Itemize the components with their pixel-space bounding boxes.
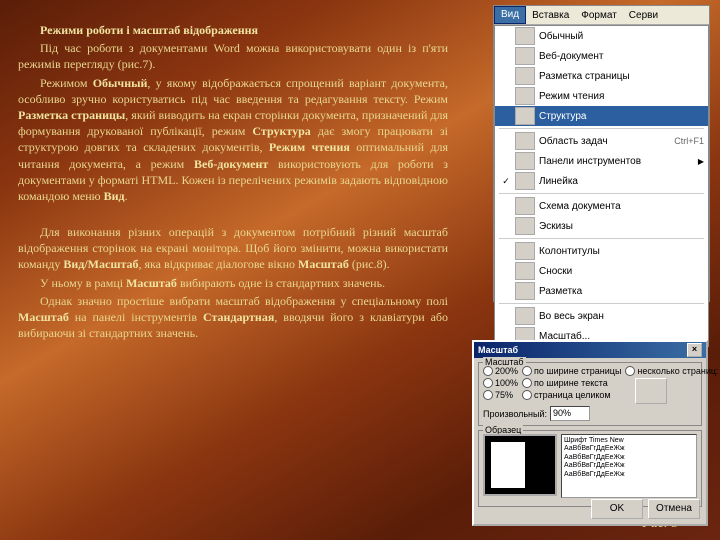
menu-item[interactable]: Во весь экран xyxy=(495,306,708,326)
radio-multi-pages[interactable]: несколько страниц: xyxy=(625,366,718,376)
zoom-radio[interactable]: страница целиком xyxy=(522,390,621,400)
menu-item-icon xyxy=(515,242,535,260)
menu-item-icon xyxy=(515,27,535,45)
menu-item[interactable]: Колонтитулы xyxy=(495,241,708,261)
paragraph-3: Для виконання різних операцій з документ… xyxy=(18,224,448,273)
ok-button[interactable]: OK xyxy=(591,499,643,519)
paragraph-4: У ньому в рамці Масштаб вибирають одне і… xyxy=(18,275,448,291)
monitor-preview xyxy=(483,434,557,496)
menu-item-icon xyxy=(515,152,535,170)
menu-item[interactable]: ✓Линейка xyxy=(495,171,708,191)
menu-item[interactable]: Разметка xyxy=(495,281,708,301)
menu-item[interactable]: Разметка страницы xyxy=(495,66,708,86)
multi-page-picker[interactable] xyxy=(635,378,667,404)
cancel-button[interactable]: Отмена xyxy=(648,499,700,519)
view-menu-screenshot: Вид Вставка Формат Серви ОбычныйВеб-доку… xyxy=(493,5,710,302)
zoom-radio[interactable]: по ширине страницы xyxy=(522,366,621,376)
menu-item[interactable]: Веб-документ xyxy=(495,46,708,66)
zoom-radio[interactable]: 200% xyxy=(483,366,518,376)
heading: Режими роботи і масштаб відображення xyxy=(18,22,448,38)
zoom-radio[interactable]: 75% xyxy=(483,390,518,400)
menu-item-icon xyxy=(515,282,535,300)
menu-item[interactable]: Схема документа xyxy=(495,196,708,216)
paragraph-5: Однак значно простіше вибрати масштаб ві… xyxy=(18,293,448,342)
close-icon[interactable]: × xyxy=(687,343,702,357)
menu-item-icon xyxy=(515,172,535,190)
font-preview: Шрифт Times New АаВбВвГгДдЕеЖж АаВбВвГгД… xyxy=(561,434,697,498)
menu-item[interactable]: Область задачCtrl+F1 xyxy=(495,131,708,151)
custom-zoom-label: Произвольный: xyxy=(483,409,547,419)
dialog-title-bar: Масштаб × xyxy=(474,342,706,358)
menu-bar-item[interactable]: Вставка xyxy=(526,10,575,21)
menu-item-icon xyxy=(515,47,535,65)
zoom-radio[interactable]: по ширине текста xyxy=(522,378,621,388)
menu-item[interactable]: Эскизы xyxy=(495,216,708,236)
menu-bar-item[interactable]: Формат xyxy=(575,10,623,21)
menu-item-icon xyxy=(515,87,535,105)
paragraph-2: Режимом Обычный, у якому відображається … xyxy=(18,75,448,205)
menu-item-icon xyxy=(515,132,535,150)
menu-item-icon xyxy=(515,67,535,85)
paragraph-1: Під час роботи з документами Word можна … xyxy=(18,40,448,72)
dialog-title: Масштаб xyxy=(478,345,518,355)
menu-item[interactable]: Панели инструментов▶ xyxy=(495,151,708,171)
menu-item-icon xyxy=(515,217,535,235)
menu-item[interactable]: Структура xyxy=(495,106,708,126)
menu-dropdown: ОбычныйВеб-документРазметка страницыРежи… xyxy=(494,25,709,347)
menu-bar-vid[interactable]: Вид xyxy=(494,6,526,24)
menu-item[interactable]: Режим чтения xyxy=(495,86,708,106)
menu-item-icon xyxy=(515,307,535,325)
menu-bar-item[interactable]: Серви xyxy=(623,10,664,21)
menu-item-icon xyxy=(515,262,535,280)
custom-zoom-input[interactable]: 90% xyxy=(550,406,590,421)
zoom-dialog: Масштаб × Масштаб 200% 100% 75% по ширине … xyxy=(472,340,708,526)
menu-item-icon xyxy=(515,197,535,215)
menu-item[interactable]: Обычный xyxy=(495,26,708,46)
menu-item-icon xyxy=(515,107,535,125)
zoom-radio[interactable]: 100% xyxy=(483,378,518,388)
menu-bar: Вид Вставка Формат Серви xyxy=(494,6,709,25)
menu-item[interactable]: Сноски xyxy=(495,261,708,281)
